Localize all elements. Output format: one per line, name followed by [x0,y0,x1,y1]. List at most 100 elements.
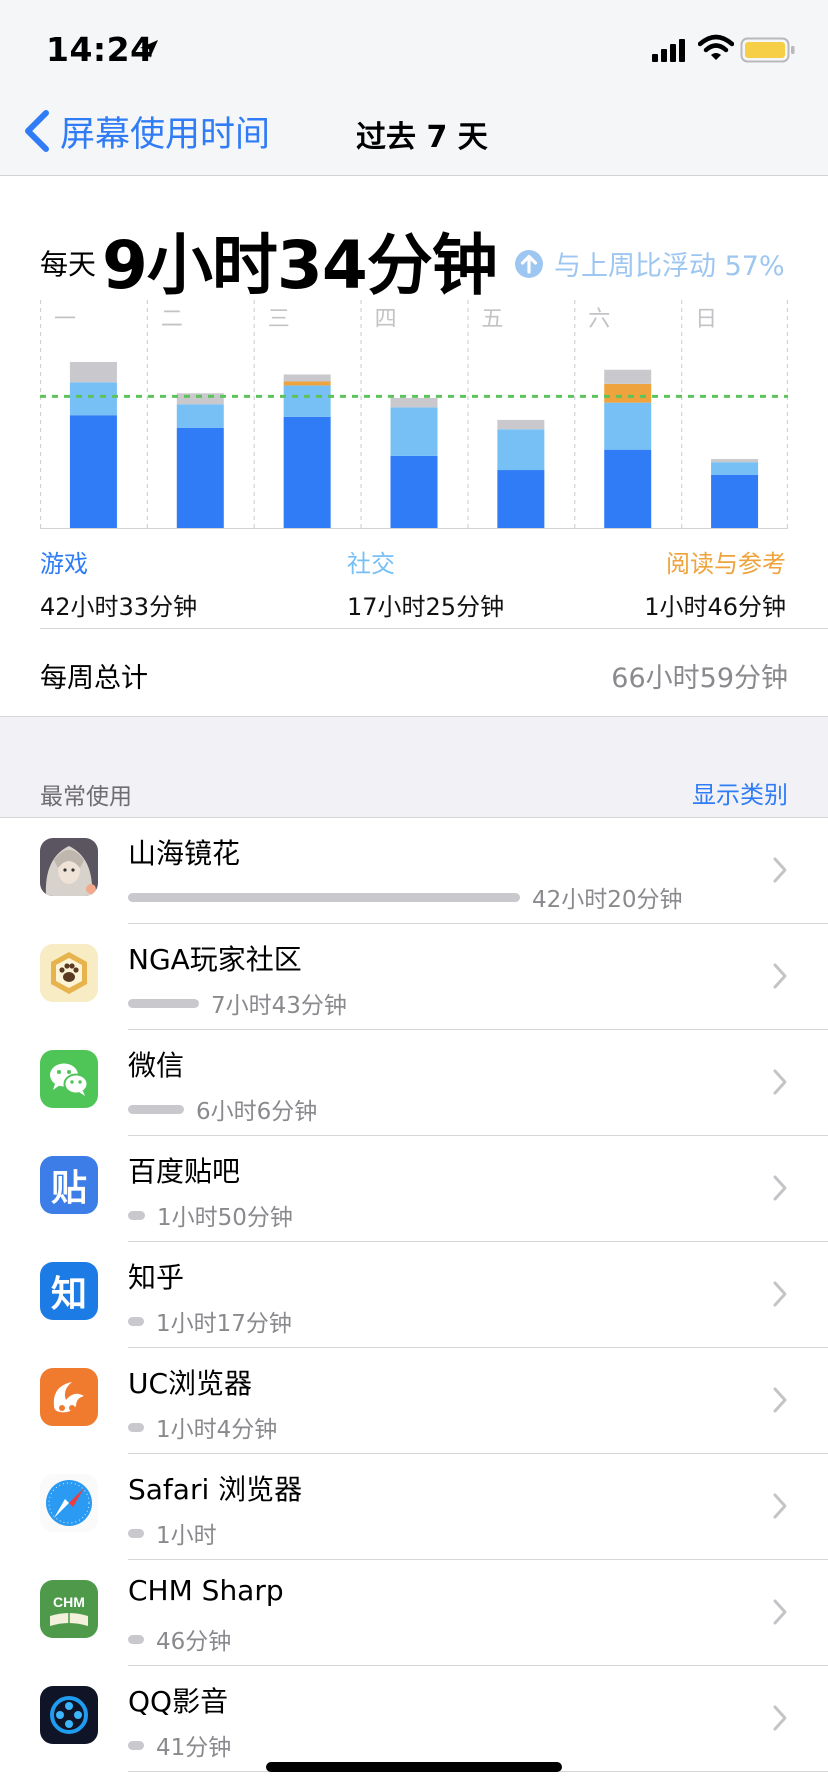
bar-segment-社交 [69,382,117,416]
usage-time: 7小时43分钟 [211,993,347,1019]
app-row[interactable]: 微信 6小时6分钟 [0,1030,828,1136]
weekly-total-value: 66小时59分钟 [611,663,788,694]
legend-category: 游戏 [40,550,88,578]
app-name: NGA玩家社区 [128,943,302,976]
usage-bar [128,1422,144,1432]
app-name: 知乎 [128,1261,185,1294]
bar-segment-社交 [711,462,759,475]
location-arrow-icon [140,40,158,58]
legend-category: 社交 [347,550,395,578]
bar-segment-游戏 [390,455,438,528]
usage-chart[interactable]: 一二三四五六日 [40,300,788,530]
usage-time: 1小时4分钟 [156,1417,278,1443]
usage-bar-group: 1小时17分钟 [128,1310,292,1337]
app-row[interactable]: NGA玩家社区 7小时43分钟 [0,924,828,1030]
bar-segment-社交 [283,385,331,417]
legend-social: 社交 17小时25分钟 [347,544,504,622]
usage-bar-group: 1小时 [128,1522,217,1549]
bar-segment-其他 [711,459,759,463]
usage-bar-group: 41分钟 [128,1734,231,1761]
usage-bar-group: 42小时20分钟 [128,886,683,913]
bar-segment-其他 [69,361,117,383]
battery-icon [740,37,795,63]
chevron-right-icon [773,1599,787,1625]
app-name: 微信 [128,1049,185,1082]
most-used-header: 最常使用 显示类别 [0,716,828,818]
cellular-signal-icon [652,39,685,62]
top-bar: 14:24 屏幕使用时间 过去 7 天 [0,0,828,176]
back-label: 屏幕使用时间 [60,114,271,155]
bar-segment-阅读与参考 [604,383,652,403]
usage-time: 1小时17分钟 [156,1311,292,1337]
bar-segment-游戏 [604,449,652,528]
app-row[interactable]: CHM CHM Sharp 46分钟 [0,1560,828,1666]
usage-time: 6小时6分钟 [196,1099,318,1125]
app-row[interactable]: 知 知乎 1小时17分钟 [0,1242,828,1348]
chevron-right-icon [773,963,787,989]
legend-category: 阅读与参考 [666,550,786,578]
chevron-right-icon [773,1069,787,1095]
weekly-total-label: 每周总计 [40,663,148,694]
legend-reading: 阅读与参考 1小时46分钟 [644,544,786,622]
bar-segment-社交 [497,429,545,471]
chevron-left-icon [25,110,49,152]
day-label: 二 [161,307,183,332]
day-label: 六 [588,307,610,332]
zhihu-app-icon: 知 [40,1262,98,1320]
legend-total: 42小时33分钟 [40,593,198,621]
app-name: 山海镜花 [128,837,241,870]
trend-indicator: 与上周比浮动 57% [514,244,785,283]
chevron-right-icon [773,1387,787,1413]
bar-segment-其他 [497,419,545,430]
day-label: 三 [268,307,290,332]
usage-bar [128,1210,145,1220]
tieba-app-icon: 贴 [40,1156,98,1214]
qq-player-app-icon [40,1686,98,1744]
home-indicator[interactable] [266,1762,562,1772]
bar-segment-其他 [390,397,438,408]
day-label: 一 [54,307,76,332]
app-name: Safari 浏览器 [128,1473,303,1506]
bar-segment-游戏 [711,474,759,528]
usage-bar [128,892,520,902]
usage-chart-svg: 一二三四五六日 [40,300,788,529]
usage-time: 1小时50分钟 [157,1205,293,1231]
usage-time: 46分钟 [156,1629,232,1655]
shanhai-app-icon [40,838,98,896]
page-title: 过去 7 天 [356,120,488,155]
usage-time: 1小时 [156,1523,217,1549]
daily-average-label: 每天 [40,248,97,281]
trend-text: 与上周比浮动 57% [554,251,785,282]
day-label: 日 [695,307,717,332]
app-row[interactable]: UC浏览器 1小时4分钟 [0,1348,828,1454]
app-list: 山海镜花 42小时20分钟 NGA玩家社区 7小时43分钟 微信 6小时6分钟 … [0,818,828,1772]
usage-bar [128,998,199,1008]
usage-bar [128,1740,144,1750]
legend-total: 1小时46分钟 [644,593,786,621]
arrow-up-circle-icon [515,249,543,278]
usage-bar [128,1104,184,1114]
usage-bar-group: 6小时6分钟 [128,1098,317,1125]
app-row[interactable]: QQ影音 41分钟 [0,1666,828,1772]
most-used-label: 最常使用 [40,784,132,810]
app-name: CHM Sharp [128,1574,284,1607]
app-name: UC浏览器 [128,1367,253,1400]
app-row[interactable]: 山海镜花 42小时20分钟 [0,818,828,924]
usage-bar-group: 1小时4分钟 [128,1416,277,1443]
weekly-total-row: 每周总计 66小时59分钟 [0,628,828,716]
usage-bar [128,1316,144,1326]
bar-segment-游戏 [176,427,224,528]
show-categories-button[interactable]: 显示类别 [692,775,788,810]
app-row[interactable]: Safari 浏览器 1小时 [0,1454,828,1560]
app-row[interactable]: 贴 百度贴吧 1小时50分钟 [0,1136,828,1242]
chevron-right-icon [773,1705,787,1731]
app-name: 百度贴吧 [128,1155,241,1188]
bar-segment-游戏 [69,415,117,528]
svg-text:CHM: CHM [53,1594,85,1610]
bar-segment-游戏 [283,416,331,528]
daily-average-value: 9小时34分钟 [102,227,498,304]
chevron-right-icon [773,1281,787,1307]
wifi-icon [698,34,734,60]
nga-app-icon [40,944,98,1002]
back-button[interactable]: 屏幕使用时间 [22,106,270,156]
